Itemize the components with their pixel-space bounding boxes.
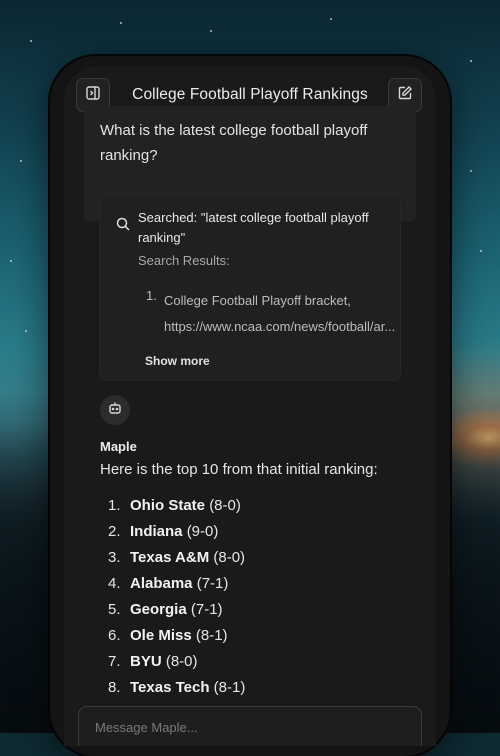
chat-screen: College Football Playoff Rankings What i…	[64, 66, 436, 746]
search-results-card: Searched: "latest college football playo…	[99, 194, 401, 381]
ranking-item: 1. Ohio State (8-0)	[108, 497, 245, 523]
team-record: (8-1)	[195, 627, 228, 644]
assistant-avatar	[100, 395, 130, 425]
ranking-item: 3. Texas A&M (8-0)	[108, 549, 245, 575]
team-record: (9-0)	[186, 523, 219, 540]
message-composer	[78, 706, 422, 746]
bot-icon	[108, 401, 122, 420]
ranking-number: 5.	[108, 601, 121, 618]
team-name: Georgia	[130, 601, 187, 618]
ranking-number: 8.	[108, 679, 121, 696]
ranking-number: 3.	[108, 549, 121, 566]
team-name: Ole Miss	[130, 627, 192, 644]
search-result-number: 1.	[146, 288, 157, 303]
rankings-list: 1. Ohio State (8-0) 2. Indiana (9-0) 3. Tex…	[108, 497, 245, 705]
new-chat-icon	[397, 85, 413, 106]
team-name: Ohio State	[130, 497, 206, 514]
ranking-number: 1.	[108, 497, 121, 514]
ranking-item: 7. BYU (8-0)	[108, 653, 245, 679]
ranking-item: 4. Alabama (7-1)	[108, 575, 245, 601]
show-more-button[interactable]: Show more	[145, 354, 210, 368]
message-input[interactable]	[93, 717, 397, 737]
ranking-item: 8. Texas Tech (8-1)	[108, 679, 245, 705]
team-record: (8-0)	[165, 653, 198, 670]
ranking-item: 5. Georgia (7-1)	[108, 601, 245, 627]
team-name: BYU	[130, 653, 162, 670]
ranking-number: 7.	[108, 653, 121, 670]
search-results-label: Search Results:	[138, 253, 230, 268]
ranking-number: 2.	[108, 523, 121, 540]
ranking-item: 2. Indiana (9-0)	[108, 523, 245, 549]
search-query: Searched: "latest college football playo…	[138, 210, 369, 245]
assistant-intro-text: Here is the top 10 from that initial ran…	[100, 461, 378, 478]
team-name: Texas Tech	[130, 679, 210, 696]
ranking-item: 6. Ole Miss (8-1)	[108, 627, 245, 653]
team-record: (8-1)	[213, 679, 246, 696]
search-result-link[interactable]: College Football Playoff bracket, https:…	[164, 288, 395, 340]
team-record: (7-1)	[196, 575, 229, 592]
team-name: Alabama	[130, 575, 193, 592]
team-record: (8-0)	[213, 549, 246, 566]
assistant-name: Maple	[100, 439, 137, 454]
sidebar-toggle-icon	[85, 85, 101, 106]
team-name: Texas A&M	[130, 549, 210, 566]
team-record: (8-0)	[209, 497, 241, 514]
ranking-number: 6.	[108, 627, 121, 644]
ranking-number: 4.	[108, 575, 121, 592]
search-icon	[116, 217, 130, 236]
team-name: Indiana	[130, 523, 183, 540]
page-title: College Football Playoff Rankings	[132, 86, 368, 103]
team-record: (7-1)	[190, 601, 223, 618]
